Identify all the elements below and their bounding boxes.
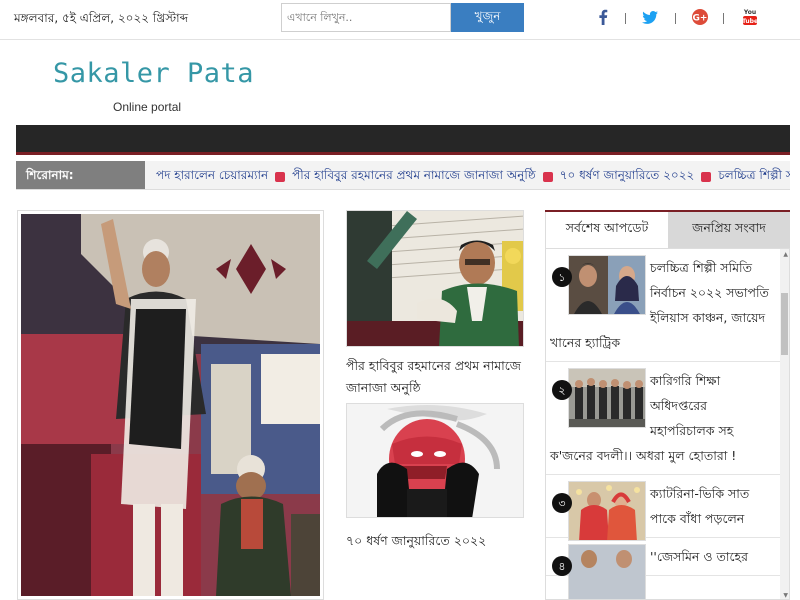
facebook-icon[interactable]: [594, 8, 612, 26]
scroll-up-icon[interactable]: ▲: [783, 251, 788, 258]
main-navbar: [16, 125, 790, 155]
item-number: ৪: [552, 556, 572, 576]
scroll-down-icon[interactable]: ▼: [783, 592, 788, 599]
item-number: ২: [552, 380, 572, 400]
list-item-title[interactable]: ''জেসমিন ও তাহের: [650, 549, 748, 564]
list-item-thumbnail[interactable]: [568, 368, 646, 428]
list-item[interactable]: ৪ ''জেসমিন ও তাহের: [546, 538, 789, 599]
item-number: ৩: [552, 493, 572, 513]
story-image[interactable]: [346, 403, 524, 518]
ticker-items: পদ হারালেন চেয়ারম্যান পীর হাবিবুর রহমান…: [156, 167, 790, 187]
latest-news-list: ১ চলচ্চিত্র শিল্পী সমিতি নির্বাচন ২০২২ স…: [545, 248, 790, 600]
story-image[interactable]: [346, 210, 524, 347]
list-item-thumbnail[interactable]: [568, 544, 646, 599]
scrollbar-thumb[interactable]: [781, 293, 788, 355]
tab-latest[interactable]: সর্বশেষ আপডেট: [545, 212, 668, 248]
search-button[interactable]: খুজুন: [451, 3, 524, 32]
search-input[interactable]: [281, 3, 451, 32]
youtube-icon[interactable]: You Tube: [741, 8, 759, 26]
story-card[interactable]: পীর হাবিবুর রহমানের প্রথম নামাজে জানাজা …: [346, 210, 524, 399]
list-item[interactable]: ২ কারিগরি শিক্ষা অধিদপ্তরের মহাপরিচালক স…: [546, 362, 789, 475]
story-title[interactable]: ৭০ ধর্ষণ জানুয়ারিতে ২০২২: [346, 530, 524, 552]
site-logo[interactable]: Sakaler Pata: [53, 58, 254, 89]
ticker-bullet-icon: [701, 172, 712, 182]
svg-text:G+: G+: [693, 14, 708, 24]
ticker-bullet-icon: [542, 172, 553, 182]
ticker-bullet-icon: [275, 172, 286, 182]
news-tabs: সর্বশেষ আপডেট জনপ্রিয় সংবাদ: [545, 210, 790, 248]
ticker-item[interactable]: পদ হারালেন চেয়ারম্যান: [156, 167, 268, 187]
google-plus-icon[interactable]: G+: [691, 8, 709, 26]
tab-popular[interactable]: জনপ্রিয় সংবাদ: [668, 212, 790, 248]
svg-text:Tube: Tube: [742, 18, 758, 25]
ticker-label: শিরোনাম:: [16, 161, 145, 189]
list-item-title[interactable]: ক্যাটরিনা-ভিকি সাত পাকে বাঁধা পড়লেন: [650, 486, 749, 526]
lead-story[interactable]: [17, 210, 324, 600]
list-item[interactable]: ৩ ক্যাটরিনা-ভিকি সাত পাকে বাঁধা পড়লেন: [546, 475, 789, 541]
list-item[interactable]: ১ চলচ্চিত্র শিল্পী সমিতি নির্বাচন ২০২২ স…: [546, 249, 789, 362]
list-item-thumbnail[interactable]: [568, 255, 646, 315]
story-card[interactable]: ৭০ ধর্ষণ জানুয়ারিতে ২০২২: [346, 403, 524, 552]
divider: [675, 13, 676, 24]
story-title[interactable]: পীর হাবিবুর রহমানের প্রথম নামাজে জানাজা …: [346, 355, 524, 399]
ticker-item[interactable]: ৭০ ধর্ষণ জানুয়ারিতে ২০২২: [560, 167, 695, 187]
site-tagline: Online portal: [113, 100, 182, 114]
ticker-item[interactable]: পীর হাবিবুর রহমানের প্রথম নামাজে জানাজা …: [292, 167, 536, 187]
headline-ticker: শিরোনাম: পদ হারালেন চেয়ারম্যান পীর হাবি…: [16, 161, 790, 190]
ticker-item[interactable]: চলচ্চিত্র শিল্পী সমিতি নির্বাচন: [718, 167, 790, 187]
twitter-icon[interactable]: [641, 8, 659, 26]
current-date: মঙ্গলবার, ৫ই এপ্রিল, ২০২২ খ্রিস্টাব্দ: [14, 11, 189, 25]
scrollbar-track[interactable]: ▲ ▼: [780, 249, 789, 599]
list-item-thumbnail[interactable]: [568, 481, 646, 541]
svg-text:You: You: [743, 9, 756, 16]
item-number: ১: [552, 267, 572, 287]
divider: [723, 13, 724, 24]
divider: [625, 13, 626, 24]
lead-story-image[interactable]: [21, 214, 320, 596]
top-bar: মঙ্গলবার, ৫ই এপ্রিল, ২০২২ খ্রিস্টাব্দ খু…: [0, 0, 800, 40]
